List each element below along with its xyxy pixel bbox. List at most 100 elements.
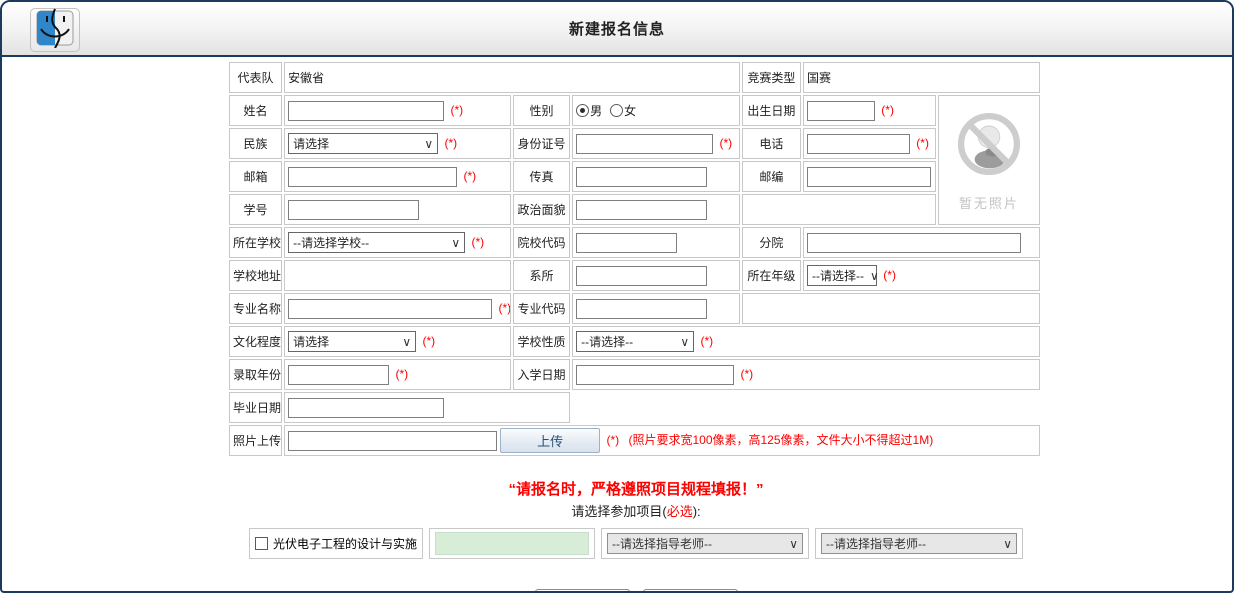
school-address-label: 学校地址 [229,260,282,291]
row-studentno-political: 学号 政治面貌 [229,194,1040,225]
enroll-date-required: (*) [740,367,753,381]
email-required: (*) [463,169,476,183]
page-title: 新建报名信息 [2,2,1232,55]
email-label: 邮箱 [229,161,282,192]
branch-input[interactable] [807,233,1021,253]
birth-date-label: 出生日期 [742,95,801,126]
team-label: 代表队 [229,62,282,93]
registration-window: 新建报名信息 代表队 安徽省 竞赛类型 国赛 姓名 (*) 性别 [0,0,1234,593]
branch-label: 分院 [742,227,801,258]
phone-required: (*) [916,136,929,150]
project-option[interactable]: 光伏电子工程的设计与实施 [249,528,423,559]
row-photo-upload: 照片上传 上传 (*) (照片要求宽100像素，高125像素，文件大小不得超过1… [229,425,1040,456]
competition-type-label: 竞赛类型 [742,62,801,93]
enroll-date-input[interactable] [576,365,734,385]
teacher2-select[interactable]: --请选择指导老师-- [821,533,1017,554]
row-address-department-grade: 学校地址 系所 所在年级 --请选择-- (*) [229,260,1040,291]
upload-button[interactable]: 上传 [500,428,600,453]
school-required: (*) [471,235,484,249]
no-photo-text: 暂无照片 [942,193,1036,212]
save-button[interactable]: 保存 [535,589,630,593]
grade-required: (*) [883,268,896,282]
admission-year-input[interactable] [288,365,389,385]
name-input[interactable] [288,101,444,121]
department-label: 系所 [513,260,570,291]
row-team: 代表队 安徽省 竞赛类型 国赛 [229,62,1040,93]
registration-form: 代表队 安徽省 竞赛类型 国赛 姓名 (*) 性别 男女 出生日期 (*) [227,60,1045,458]
grade-select[interactable]: --请选择-- [807,265,877,286]
teacher2-cell: --请选择指导老师-- [815,528,1023,559]
row-admission-enroll: 录取年份 (*) 入学日期 (*) [229,359,1040,390]
project-input-cell [429,528,595,559]
empty-cell [742,194,936,225]
graduation-date-input[interactable] [288,398,444,418]
postcode-input[interactable] [807,167,931,187]
required-word: 必选 [667,504,693,519]
education-select[interactable]: 请选择 [288,331,416,352]
back-button[interactable]: 返回 [643,589,738,593]
photo-upload-input[interactable] [288,431,497,451]
id-number-input[interactable] [576,134,713,154]
admission-year-label: 录取年份 [229,359,282,390]
photo-upload-label: 照片上传 [229,425,282,456]
photo-preview-cell: 暂无照片 [938,95,1040,225]
photo-required: (*) [606,433,619,447]
gender-label: 性别 [513,95,570,126]
gender-female-radio[interactable] [610,104,623,117]
major-code-input[interactable] [576,299,707,319]
school-nature-select[interactable]: --请选择-- [576,331,694,352]
name-label: 姓名 [229,95,282,126]
enroll-date-label: 入学日期 [513,359,570,390]
teacher1-select[interactable]: --请选择指导老师-- [607,533,803,554]
gender-male-label: 男 [590,104,602,118]
project-prompt: 请选择参加项目(必选): [227,501,1045,520]
project-name: 光伏电子工程的设计与实施 [273,535,417,552]
fax-input[interactable] [576,167,707,187]
email-input[interactable] [288,167,457,187]
graduation-date-label: 毕业日期 [229,392,282,423]
education-required: (*) [422,334,435,348]
school-address-cell [284,260,511,291]
row-major: 专业名称 (*) 专业代码 [229,293,1040,324]
id-number-label: 身份证号 [513,128,570,159]
warning-text: “请报名时，严格遵照项目规程填报！” [227,478,1045,499]
grade-label: 所在年级 [742,260,801,291]
project-checkbox[interactable] [255,537,268,550]
political-status-input[interactable] [576,200,707,220]
department-input[interactable] [576,266,707,286]
birth-date-required: (*) [881,103,894,117]
row-ethnicity-id-phone: 民族 请选择 (*) 身份证号 (*) 电话 (*) [229,128,1040,159]
postcode-label: 邮编 [742,161,801,192]
phone-input[interactable] [807,134,910,154]
birth-date-input[interactable] [807,101,875,121]
school-nature-required: (*) [700,334,713,348]
row-school: 所在学校 --请选择学校-- (*) 院校代码 分院 [229,227,1040,258]
teacher1-cell: --请选择指导老师-- [601,528,809,559]
row-email-fax-postcode: 邮箱 (*) 传真 邮编 [229,161,1040,192]
school-select[interactable]: --请选择学校-- [288,232,465,253]
team-value: 安徽省 [284,62,740,93]
project-selection-row: 光伏电子工程的设计与实施 --请选择指导老师-- --请选择指导老师-- [227,528,1045,559]
major-code-label: 专业代码 [513,293,570,324]
row-graduation: 毕业日期 [229,392,1040,423]
gender-male-radio[interactable] [576,104,589,117]
id-number-required: (*) [719,136,732,150]
school-code-input[interactable] [576,233,677,253]
empty-cell [742,293,1040,324]
major-name-required: (*) [498,301,510,315]
admission-year-required: (*) [395,367,408,381]
major-name-input[interactable] [288,299,492,319]
ethnicity-select[interactable]: 请选择 [288,133,438,154]
student-no-label: 学号 [229,194,282,225]
major-name-label: 专业名称 [229,293,282,324]
fax-label: 传真 [513,161,570,192]
row-name-gender-birth: 姓名 (*) 性别 男女 出生日期 (*) [229,95,1040,126]
student-no-input[interactable] [288,200,419,220]
project-extra-input[interactable] [435,532,589,555]
school-label: 所在学校 [229,227,282,258]
name-required: (*) [450,103,463,117]
header-bar: 新建报名信息 [2,2,1232,57]
school-nature-label: 学校性质 [513,326,570,357]
no-photo-icon [953,169,1025,183]
row-education-nature: 文化程度 请选择 (*) 学校性质 --请选择-- (*) [229,326,1040,357]
